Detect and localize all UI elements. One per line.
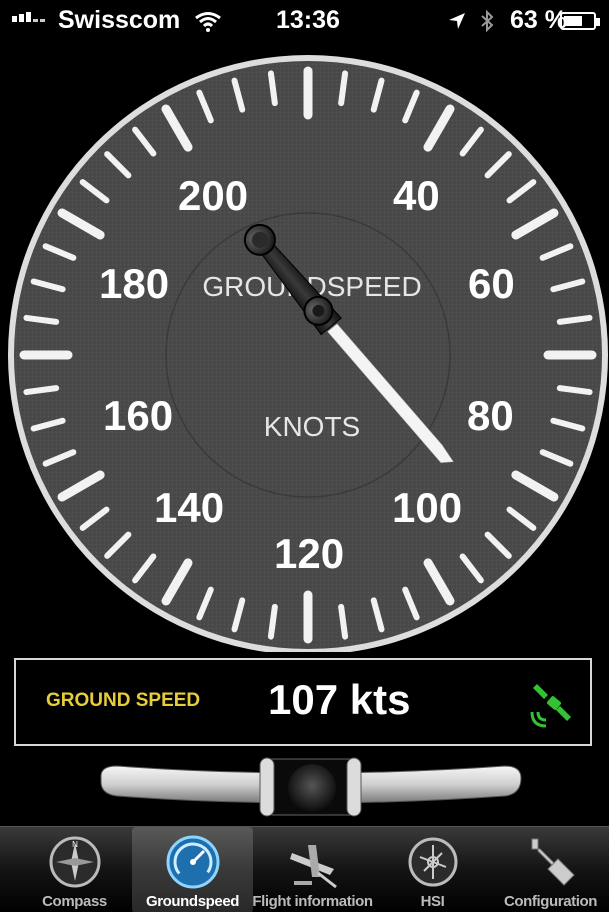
status-bar: Swisscom 13:36 63 % (0, 0, 609, 40)
ground-speed-readout: GROUND SPEED 107 kts (14, 658, 592, 746)
gps-satellite-icon (530, 684, 571, 728)
gauge-tick (338, 603, 349, 640)
tab-bar: N Compass Groundspeed Flight information… (0, 826, 609, 912)
scale-label-100: 100 (392, 484, 462, 531)
tab-configuration[interactable]: Configuration (490, 827, 609, 912)
tab-hsi-label: HSI (420, 893, 445, 910)
scale-label-200: 200 (178, 172, 248, 219)
gauge-unit: KNOTS (264, 411, 360, 442)
tab-configuration-label: Configuration (503, 893, 598, 910)
battery-percent: 63 % (510, 6, 567, 34)
gauge-tick (23, 385, 60, 396)
ground-speed-value: 107 kts (268, 676, 411, 723)
scale-label-160: 160 (103, 392, 173, 439)
tab-flight-information[interactable]: Flight information (252, 827, 373, 912)
scale-label-40: 40 (393, 172, 440, 219)
airplane-icon (289, 845, 337, 889)
scale-label-120: 120 (274, 530, 344, 577)
svg-text:N: N (72, 840, 78, 849)
speedometer-icon (166, 835, 219, 889)
wrench-icon (531, 838, 575, 886)
bluetooth-icon (481, 10, 494, 32)
tab-groundspeed-label: Groundspeed (145, 893, 240, 910)
tab-compass-label: Compass (42, 893, 107, 910)
tab-flight-information-label: Flight information (252, 893, 373, 910)
groundspeed-gauge: 200 40 180 60 160 80 140 100 120 GROUNDS… (0, 40, 609, 655)
battery-icon (560, 12, 600, 30)
tab-groundspeed[interactable]: Groundspeed (132, 827, 253, 912)
scale-label-60: 60 (468, 260, 515, 307)
ground-speed-label: GROUND SPEED (46, 690, 201, 711)
gauge-tick (267, 603, 278, 640)
gauge-tick (556, 314, 593, 325)
location-arrow-icon (449, 13, 465, 29)
scale-label-180: 180 (99, 260, 169, 307)
clock: 13:36 (276, 6, 340, 34)
hsi-icon (408, 837, 457, 887)
wifi-icon (195, 12, 221, 32)
gauge-tick (267, 70, 278, 107)
gauge-slider[interactable] (95, 756, 525, 818)
scale-label-80: 80 (467, 392, 514, 439)
tab-hsi[interactable]: HSI (372, 827, 493, 912)
slider-thumb[interactable] (259, 757, 362, 817)
tab-compass[interactable]: N Compass (14, 827, 135, 912)
compass-icon: N (49, 836, 100, 888)
scale-label-140: 140 (154, 484, 224, 531)
gauge-tick (23, 314, 60, 325)
gauge-tick (338, 70, 349, 107)
gauge-tick (556, 385, 593, 396)
carrier-name: Swisscom (58, 6, 181, 34)
